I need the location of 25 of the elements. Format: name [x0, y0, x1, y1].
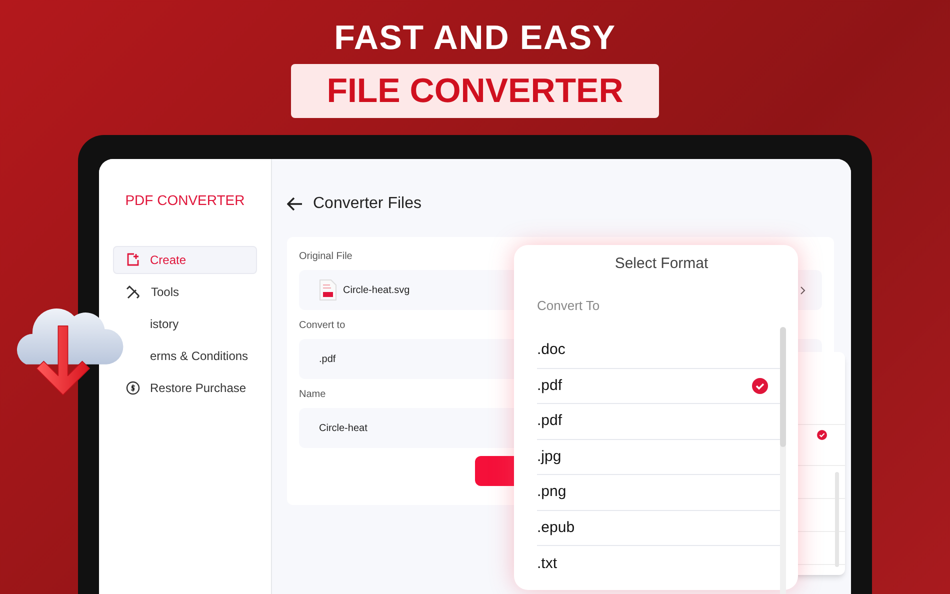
dollar-circle-icon: [126, 381, 140, 395]
file-icon: [319, 279, 337, 301]
field-label: Name: [299, 388, 326, 402]
add-file-icon: [126, 253, 140, 267]
format-option[interactable]: .txt: [537, 546, 780, 582]
field-label: Convert to: [299, 319, 346, 333]
sidebar-item[interactable]: Tools: [126, 278, 180, 306]
headline: FAST AND EASY: [334, 18, 616, 58]
dialog-subtitle: Convert To: [537, 296, 601, 314]
app-brand: PDF CONVERTER: [124, 191, 246, 210]
sidebar-item[interactable]: Create: [113, 246, 257, 274]
sidebar-item[interactable]: erms & Conditions: [150, 342, 248, 370]
format-option[interactable]: .pdf: [537, 368, 780, 404]
file-name: Circle-heat.svg: [343, 284, 411, 298]
dialog-title: Select Format: [614, 254, 710, 274]
back-arrow-icon[interactable]: [287, 197, 303, 211]
sidebar-item[interactable]: istory: [150, 310, 179, 338]
title-banner: FILE CONVERTER: [290, 64, 660, 118]
field-label: Original File: [299, 250, 352, 264]
page-title: Converter Files: [313, 194, 422, 214]
sidebar-item[interactable]: Restore Purchase: [126, 374, 246, 402]
tools-icon: [126, 284, 141, 300]
check-circle-icon: [817, 430, 827, 440]
chevron-right-icon: [800, 286, 806, 294]
check-circle-icon: [752, 378, 768, 394]
